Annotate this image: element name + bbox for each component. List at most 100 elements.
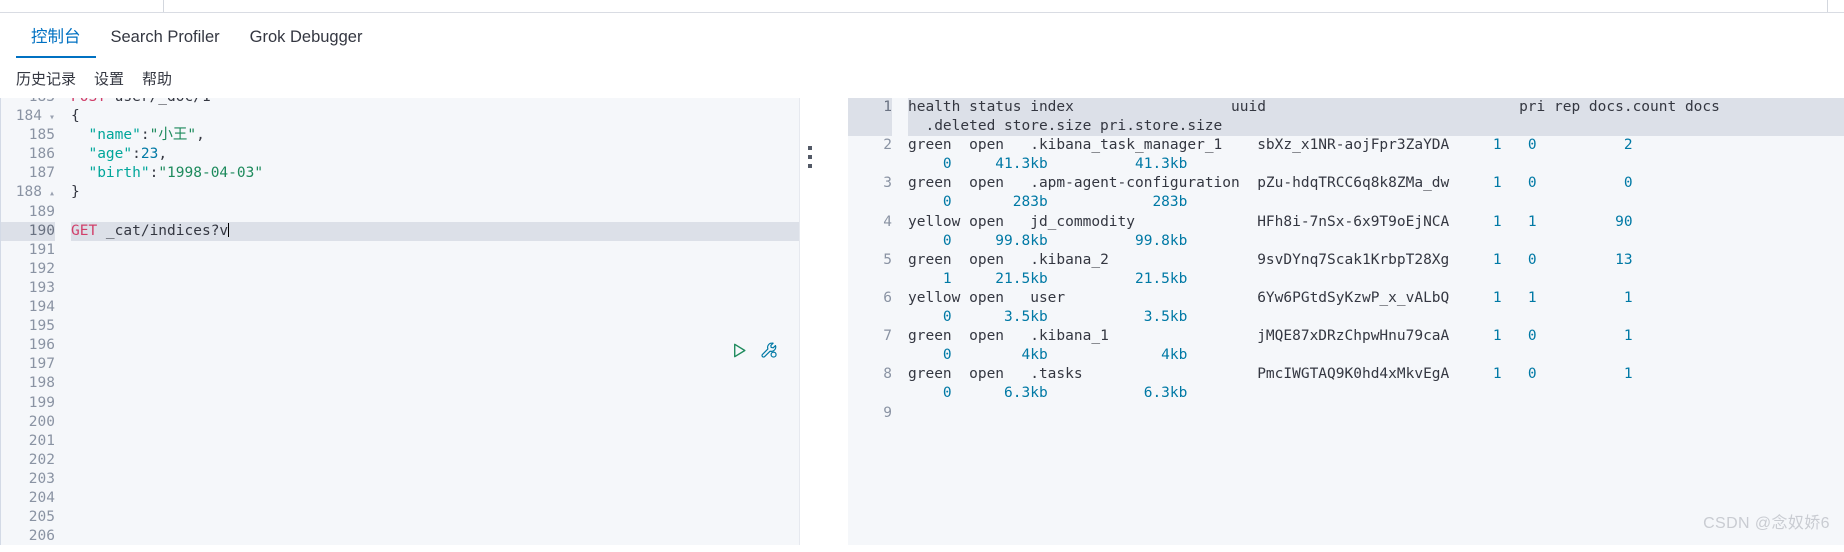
request-code-line[interactable] [71, 241, 799, 260]
response-code-line[interactable]: green open .kibana_2 9svDYnq7Scak1KrbpT2… [908, 251, 1844, 270]
request-code-line[interactable] [71, 260, 799, 279]
response-code-line[interactable]: green open .apm-agent-configuration pZu-… [908, 174, 1844, 193]
cell-uuid: pZu-hdqTRCC6q8k8ZMa_dw [1257, 175, 1485, 192]
wrench-icon[interactable] [760, 341, 779, 360]
request-code-line[interactable]: GET _cat/indices?v [71, 221, 799, 241]
response-pane[interactable]: 1 2 3 4 5 6 7 8 9 health status index uuid pri r… [848, 98, 1844, 545]
response-editor-surface[interactable]: 1 2 3 4 5 6 7 8 9 health status index uuid pri r… [848, 98, 1844, 545]
request-line-number: 187 [28, 165, 55, 182]
menu-help[interactable]: 帮助 [142, 68, 172, 89]
request-line-number: 189 [28, 203, 55, 220]
resizer-grip-dots[interactable] [808, 146, 812, 168]
response-code-line[interactable]: 0 283b 283b [908, 193, 1844, 212]
cell-uuid: jMQE87xDRzChpwHnu79caA [1257, 328, 1485, 345]
cell-health: green [908, 251, 970, 268]
code-token: : [140, 127, 150, 144]
response-code-line[interactable]: green open .kibana_1 jMQE87xDRzChpwHnu79… [908, 327, 1844, 346]
request-line-number: 186 [28, 146, 55, 163]
request-code-line[interactable] [71, 374, 799, 393]
tab-search-profiler[interactable]: Search Profiler [96, 13, 235, 58]
response-code-line[interactable]: yellow open jd_commodity HFh8i-7nSx-6x9T… [908, 213, 1844, 232]
request-action-icons [731, 341, 779, 360]
pane-resizer[interactable] [799, 98, 848, 545]
request-line-number: 190 [1, 221, 55, 241]
request-code-line[interactable] [71, 355, 799, 374]
request-line-number: 192 [28, 260, 55, 277]
cell-store-size: 4kb [951, 347, 1048, 364]
request-code-line[interactable] [71, 470, 799, 489]
response-code-line[interactable]: 0 6.3kb 6.3kb [908, 384, 1844, 403]
fold-toggle-icon[interactable]: ▾ [47, 108, 55, 127]
request-line-number: 201 [28, 432, 55, 449]
request-line-number: 185 [28, 127, 55, 144]
code-token: { [71, 108, 80, 125]
cell-health: green [908, 175, 970, 192]
request-code-line[interactable]: { [71, 107, 799, 126]
request-line-number: 204 [28, 489, 55, 506]
request-code-line[interactable] [71, 317, 799, 336]
cell-rep: 1 [1501, 289, 1537, 306]
cell-docs-count: 1 [1536, 289, 1633, 306]
response-code-line[interactable]: 0 41.3kb 41.3kb [908, 155, 1844, 174]
code-token: "name" [88, 127, 141, 144]
cell-health: green [908, 137, 970, 154]
request-pane[interactable]: 183184▾185 186 187188▴189190191 192 193 194 19… [0, 98, 799, 545]
play-triangle-icon[interactable] [731, 342, 748, 359]
response-code-line[interactable]: 0 3.5kb 3.5kb [908, 308, 1844, 327]
cell-store-size: 283b [951, 194, 1048, 211]
response-code-line[interactable]: 1 21.5kb 21.5kb [908, 270, 1844, 289]
request-code-line[interactable]: POST user/_doc/1 [71, 98, 799, 107]
request-code-line[interactable]: } [71, 183, 799, 202]
request-code-line[interactable] [71, 489, 799, 508]
request-code-line[interactable] [71, 508, 799, 527]
response-code-line[interactable]: .deleted store.size pri.store.size [908, 117, 1844, 137]
cell-uuid: HFh8i-7nSx-6x9T9oEjNCA [1257, 213, 1485, 230]
request-code-line[interactable]: "age":23, [71, 145, 799, 164]
resizer-track [799, 98, 800, 545]
menu-settings[interactable]: 设置 [94, 68, 124, 89]
response-header-wrap: .deleted store.size pri.store.size [908, 118, 1223, 135]
response-code-line[interactable]: green open .kibana_task_manager_1 sbXz_x… [908, 136, 1844, 155]
response-code-line[interactable]: health status index uuid pri rep docs.co… [908, 98, 1844, 118]
response-line-number: 9 [883, 404, 892, 421]
cell-rep: 0 [1501, 251, 1537, 268]
cell-uuid: PmcIWGTAQ9K0hd4xMkvEgA [1257, 366, 1485, 383]
tab-console[interactable]: 控制台 [16, 13, 96, 58]
fold-toggle-icon[interactable]: ▴ [47, 184, 55, 203]
menu-history[interactable]: 历史记录 [16, 68, 76, 89]
request-code-line[interactable] [71, 394, 799, 413]
cell-rep: 0 [1501, 175, 1537, 192]
response-code[interactable]: health status index uuid pri rep docs.co… [900, 98, 1844, 545]
cell-pri: 1 [1484, 137, 1502, 154]
response-line-number [848, 270, 892, 289]
cell-pri-store-size: 99.8kb [1047, 232, 1188, 249]
request-code-line[interactable] [71, 413, 799, 432]
request-code[interactable]: POST user/_doc/1{ "name":"小王", "age":23,… [63, 98, 799, 545]
code-token: , [158, 146, 168, 163]
response-code-line[interactable]: 0 4kb 4kb [908, 346, 1844, 365]
response-code-line[interactable] [908, 404, 1844, 423]
code-token: } [71, 184, 80, 201]
request-code-line[interactable] [71, 432, 799, 451]
response-line-number [848, 155, 892, 174]
cell-pri: 1 [1484, 175, 1502, 192]
request-code-line[interactable] [71, 279, 799, 298]
request-code-line[interactable] [71, 336, 799, 355]
request-editor-surface[interactable]: 183184▾185 186 187188▴189190191 192 193 194 19… [1, 98, 799, 545]
request-code-line[interactable] [71, 298, 799, 317]
response-code-line[interactable]: green open .tasks PmcIWGTAQ9K0hd4xMkvEgA… [908, 365, 1844, 384]
request-code-line[interactable] [71, 451, 799, 470]
response-code-line[interactable]: 0 99.8kb 99.8kb [908, 232, 1844, 251]
cell-docs-count: 1 [1536, 328, 1633, 345]
code-token: _cat/indices?v [97, 222, 229, 239]
request-line-number: 195 [28, 318, 55, 335]
tab-grok-debugger[interactable]: Grok Debugger [235, 13, 378, 58]
request-code-line[interactable] [71, 203, 799, 222]
request-code-line[interactable] [71, 527, 799, 545]
response-line-number [848, 308, 892, 327]
request-code-line[interactable]: "name":"小王", [71, 126, 799, 145]
request-code-line[interactable]: "birth":"1998-04-03" [71, 164, 799, 183]
cell-pri: 1 [1484, 328, 1502, 345]
cell-rep: 0 [1501, 137, 1537, 154]
response-code-line[interactable]: yellow open user 6Yw6PGtdSyKzwP_x_vALbQ … [908, 289, 1844, 308]
